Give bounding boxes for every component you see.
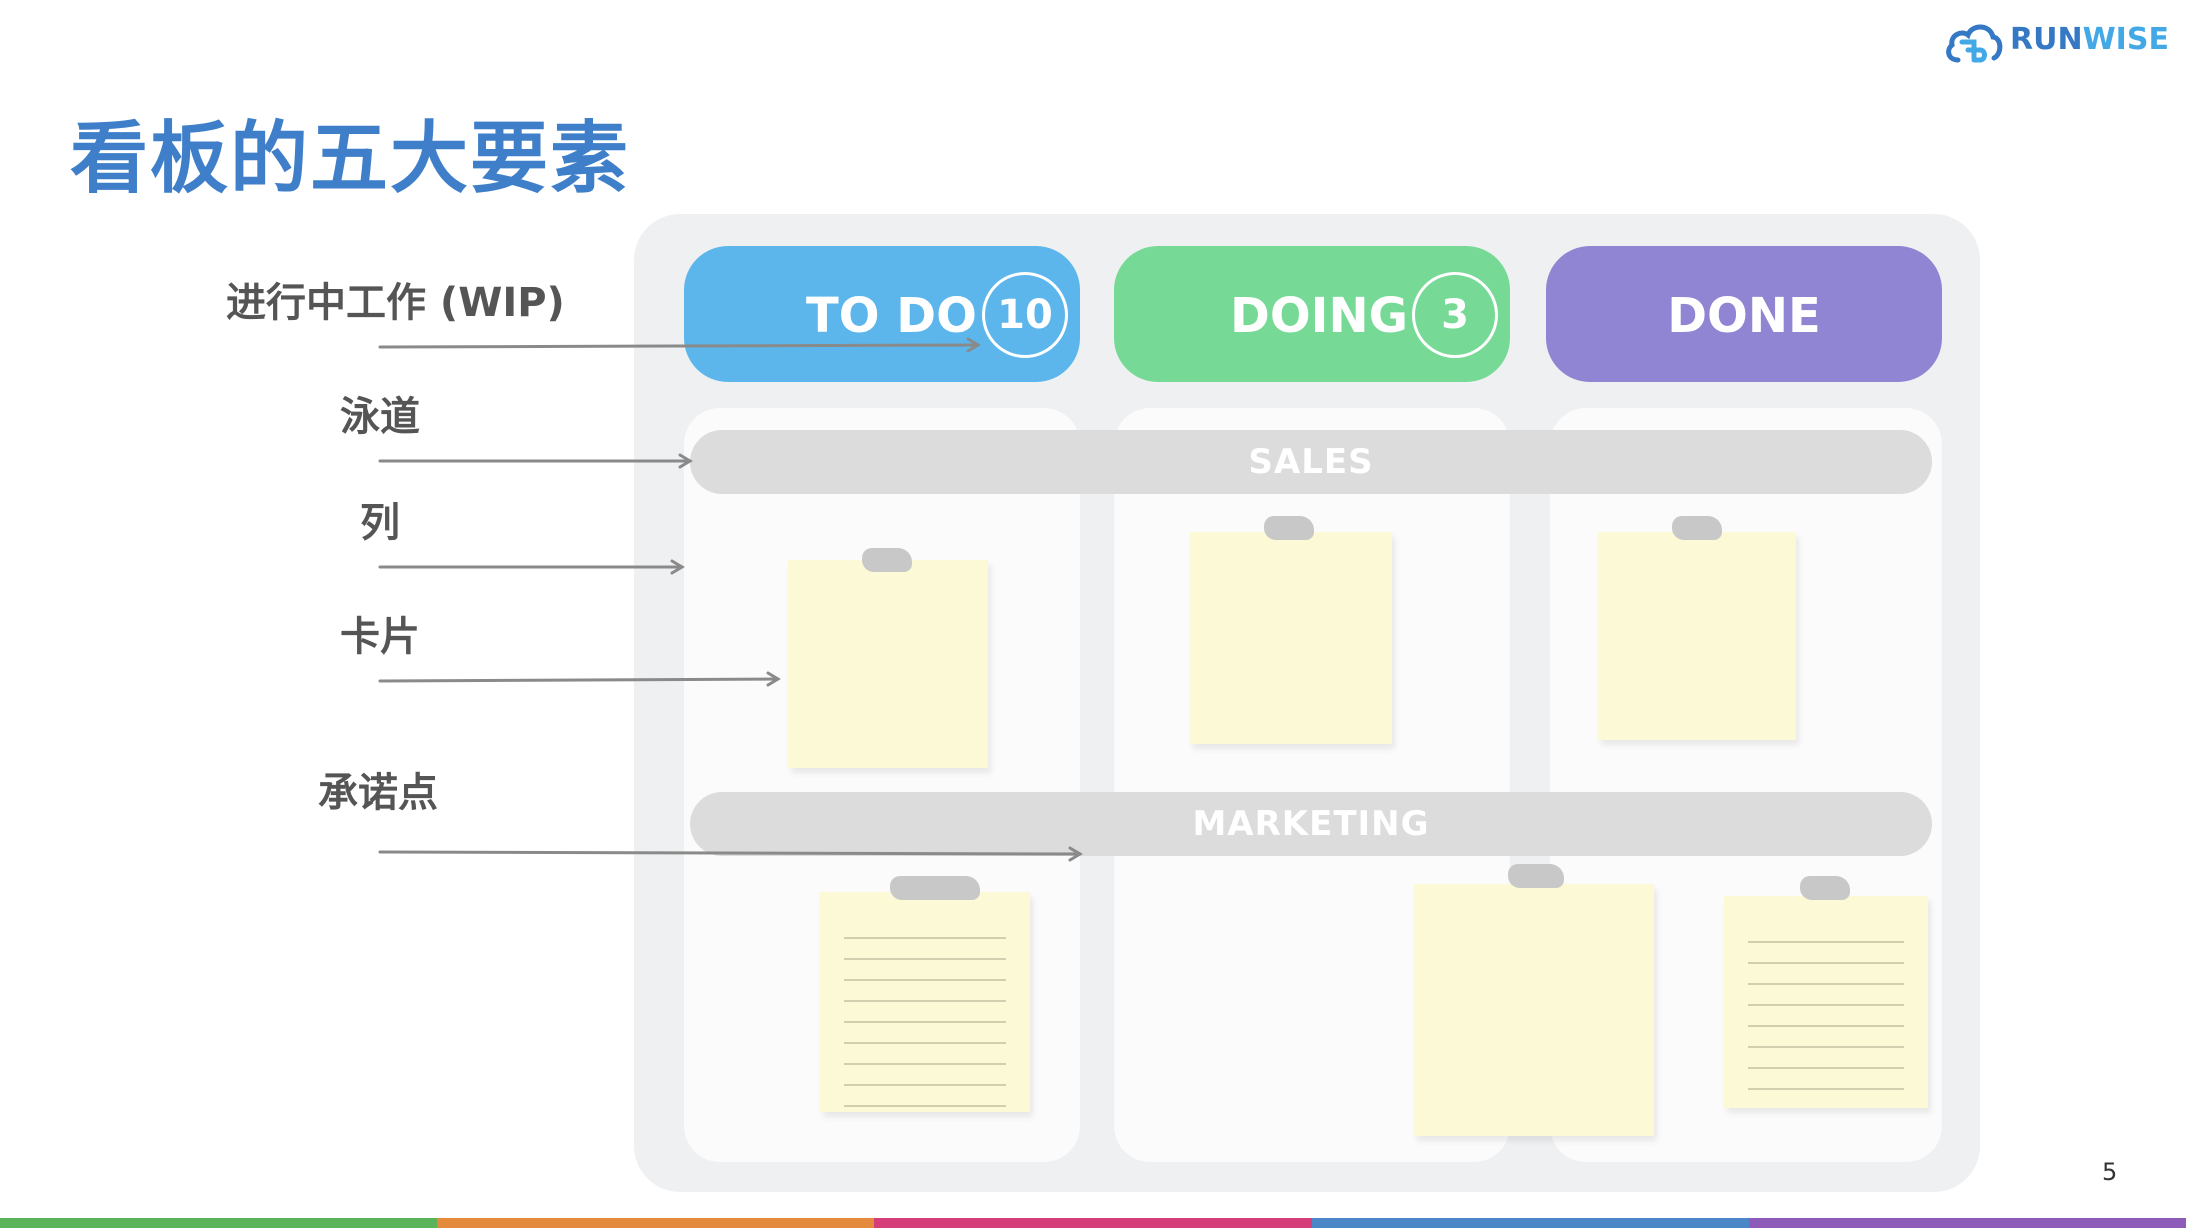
bottom-color-bar bbox=[0, 1218, 2186, 1228]
arrow-wip bbox=[378, 343, 980, 349]
pointer-arrows bbox=[378, 337, 1083, 862]
arrow-commitment bbox=[378, 850, 1082, 856]
bar-segment-pink bbox=[874, 1218, 1312, 1228]
bar-segment-blue bbox=[1311, 1218, 1749, 1228]
bar-segment-green bbox=[0, 1218, 438, 1228]
bar-segment-orange bbox=[437, 1218, 875, 1228]
arrow-card bbox=[378, 677, 780, 683]
page-number: 5 bbox=[2102, 1158, 2118, 1186]
bar-segment-purple bbox=[1748, 1218, 2186, 1228]
